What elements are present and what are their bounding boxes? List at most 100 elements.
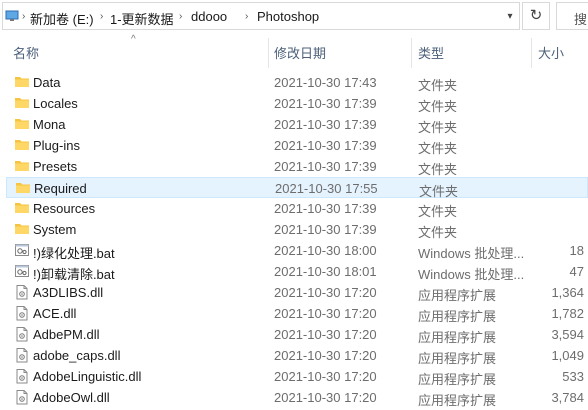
column-divider[interactable] bbox=[531, 38, 532, 68]
file-name: AdobeLinguistic.dll bbox=[33, 369, 142, 384]
address-bar[interactable]: › 新加卷 (E:) › 1-更新数据 › ddooo › Photoshop … bbox=[2, 2, 520, 30]
column-header-type[interactable]: 类型 bbox=[418, 43, 444, 62]
file-name: Locales bbox=[33, 96, 78, 111]
file-type: 文件夹 bbox=[418, 225, 458, 240]
file-type: 应用程序扩展 bbox=[418, 309, 497, 324]
file-type: 应用程序扩展 bbox=[418, 393, 497, 408]
file-row[interactable]: Mona 2021-10-30 17:39 文件夹 bbox=[6, 114, 588, 135]
address-history-dropdown[interactable]: ▾ bbox=[501, 8, 519, 26]
dll-file-icon bbox=[14, 389, 30, 405]
column-header-date[interactable]: 修改日期 bbox=[274, 43, 326, 62]
sort-ascending-icon: ^ bbox=[131, 34, 136, 45]
file-row[interactable]: AdobeLinguistic.dll 2021-10-30 17:20 应用程序扩… bbox=[6, 366, 588, 387]
file-size: 3,784 bbox=[551, 390, 584, 405]
file-row[interactable]: ACE.dll 2021-10-30 17:20 应用程序扩展 1,782 bbox=[6, 303, 588, 324]
file-type: 应用程序扩展 bbox=[418, 372, 497, 387]
file-row[interactable]: AdobeOwl.dll 2021-10-30 17:20 应用程序扩展 3,784 bbox=[6, 387, 588, 408]
refresh-button[interactable]: ↻ bbox=[522, 2, 550, 30]
file-date: 2021-10-30 17:43 bbox=[274, 75, 377, 90]
file-row[interactable]: AdbePM.dll 2021-10-30 17:20 应用程序扩展 3,594 bbox=[6, 324, 588, 345]
folder-icon bbox=[14, 221, 30, 237]
refresh-icon: ↻ bbox=[529, 7, 543, 24]
file-name: System bbox=[33, 222, 77, 237]
folder-icon bbox=[14, 74, 30, 90]
dll-file-icon bbox=[14, 305, 30, 321]
file-row[interactable]: adobe_caps.dll 2021-10-30 17:20 应用程序扩展 1,04… bbox=[6, 345, 588, 366]
breadcrumb-separator[interactable]: › bbox=[22, 11, 25, 22]
breadcrumb-separator[interactable]: › bbox=[245, 11, 248, 22]
breadcrumb-drive[interactable]: 新加卷 (E:) bbox=[30, 9, 94, 28]
file-date: 2021-10-30 17:39 bbox=[274, 222, 377, 237]
breadcrumb-folder-update[interactable]: 1-更新数据 bbox=[110, 9, 174, 28]
file-row[interactable]: Locales 2021-10-30 17:39 文件夹 bbox=[6, 93, 588, 114]
file-type: 文件夹 bbox=[418, 78, 458, 93]
file-row[interactable]: Required 2021-10-30 17:55 文件夹 bbox=[6, 177, 588, 199]
chevron-down-icon: ▾ bbox=[507, 11, 513, 22]
file-name: AdobeOwl.dll bbox=[33, 390, 110, 405]
file-row[interactable]: !)卸载清除.bat 2021-10-30 18:01 Windows 批处理...… bbox=[6, 261, 588, 282]
file-size: 1,364 bbox=[551, 285, 584, 300]
column-header-row: ^ 名称 修改日期 类型 大小 bbox=[0, 34, 588, 68]
breadcrumb-separator[interactable]: › bbox=[179, 11, 182, 22]
file-type: Windows 批处理... bbox=[418, 267, 525, 282]
file-date: 2021-10-30 17:39 bbox=[274, 138, 377, 153]
file-type: 文件夹 bbox=[418, 141, 458, 156]
folder-icon bbox=[14, 200, 30, 216]
file-name: Data bbox=[33, 75, 61, 90]
file-name: adobe_caps.dll bbox=[33, 348, 121, 363]
search-input[interactable]: 搜 bbox=[556, 2, 588, 30]
file-row[interactable]: Plug-ins 2021-10-30 17:39 文件夹 bbox=[6, 135, 588, 156]
file-date: 2021-10-30 17:39 bbox=[274, 96, 377, 111]
file-size: 47 bbox=[569, 264, 584, 279]
file-type: 文件夹 bbox=[418, 204, 458, 219]
file-date: 2021-10-30 17:20 bbox=[274, 327, 377, 342]
file-date: 2021-10-30 17:20 bbox=[274, 285, 377, 300]
file-date: 2021-10-30 18:00 bbox=[274, 243, 377, 258]
file-type: Windows 批处理... bbox=[418, 246, 525, 261]
file-size: 1,049 bbox=[551, 348, 584, 363]
breadcrumb-separator[interactable]: › bbox=[100, 11, 103, 22]
file-name: Resources bbox=[33, 201, 96, 216]
file-date: 2021-10-30 17:20 bbox=[274, 369, 377, 384]
file-date: 2021-10-30 17:20 bbox=[274, 390, 377, 405]
file-row[interactable]: System 2021-10-30 17:39 文件夹 bbox=[6, 219, 588, 240]
dll-file-icon bbox=[14, 368, 30, 384]
file-row[interactable]: !)绿化处理.bat 2021-10-30 18:00 Windows 批处理...… bbox=[6, 240, 588, 261]
batch-file-icon bbox=[14, 242, 30, 258]
breadcrumb-folder-photoshop[interactable]: Photoshop bbox=[257, 9, 319, 24]
file-date: 2021-10-30 18:01 bbox=[274, 264, 377, 279]
file-name: A3DLIBS.dll bbox=[33, 285, 104, 300]
folder-icon bbox=[15, 180, 31, 196]
file-size: 18 bbox=[569, 243, 584, 258]
file-date: 2021-10-30 17:39 bbox=[274, 117, 377, 132]
file-name: Required bbox=[34, 181, 87, 196]
dll-file-icon bbox=[14, 347, 30, 363]
file-row[interactable]: Resources 2021-10-30 17:39 文件夹 bbox=[6, 198, 588, 219]
file-date: 2021-10-30 17:39 bbox=[274, 159, 377, 174]
file-row[interactable]: A3DLIBS.dll 2021-10-30 17:20 应用程序扩展 1,364 bbox=[6, 282, 588, 303]
batch-file-icon bbox=[14, 263, 30, 279]
column-header-name[interactable]: 名称 bbox=[13, 43, 39, 62]
dll-file-icon bbox=[14, 326, 30, 342]
file-row[interactable]: Presets 2021-10-30 17:39 文件夹 bbox=[6, 156, 588, 177]
breadcrumb-folder-ddooo[interactable]: ddooo bbox=[191, 9, 227, 24]
column-divider[interactable] bbox=[268, 38, 269, 68]
column-divider[interactable] bbox=[411, 38, 412, 68]
file-date: 2021-10-30 17:39 bbox=[274, 201, 377, 216]
file-date: 2021-10-30 17:20 bbox=[274, 348, 377, 363]
dll-file-icon bbox=[14, 284, 30, 300]
file-date: 2021-10-30 17:20 bbox=[274, 306, 377, 321]
file-type: 文件夹 bbox=[418, 120, 458, 135]
file-type: 应用程序扩展 bbox=[418, 330, 497, 345]
file-type: 文件夹 bbox=[418, 162, 458, 177]
this-pc-icon bbox=[5, 10, 19, 21]
file-type: 文件夹 bbox=[418, 99, 458, 114]
address-bar-area: › 新加卷 (E:) › 1-更新数据 › ddooo › Photoshop … bbox=[0, 0, 588, 34]
folder-icon bbox=[14, 116, 30, 132]
column-header-size[interactable]: 大小 bbox=[538, 43, 564, 62]
folder-icon bbox=[14, 95, 30, 111]
search-placeholder: 搜 bbox=[574, 12, 588, 27]
file-size: 3,594 bbox=[551, 327, 584, 342]
file-name: !)卸载清除.bat bbox=[33, 267, 115, 282]
file-row[interactable]: Data 2021-10-30 17:43 文件夹 bbox=[6, 72, 588, 93]
